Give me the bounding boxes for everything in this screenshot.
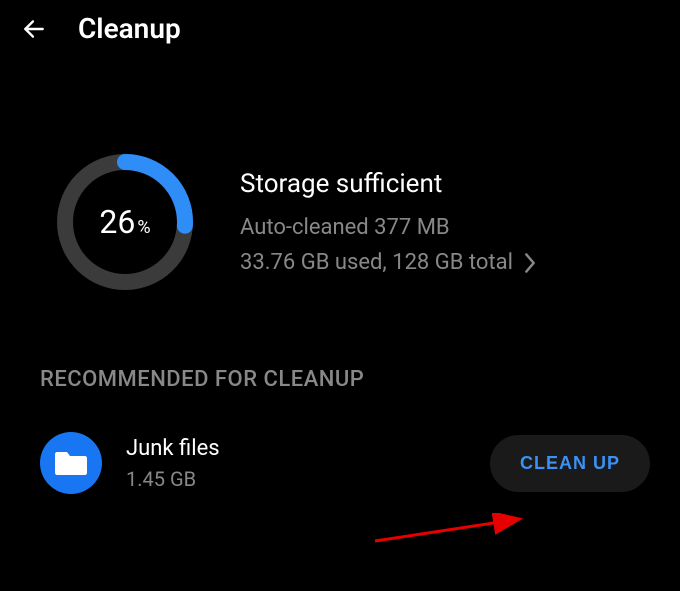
annotation-arrow-icon [370, 513, 530, 553]
clean-up-button[interactable]: CLEAN UP [490, 435, 650, 492]
storage-info: Storage sufficient Auto-cleaned 377 MB 3… [240, 169, 640, 275]
storage-summary: 26 % Storage sufficient Auto-cleaned 377… [0, 57, 680, 337]
cleanup-item-title: Junk files [126, 436, 466, 461]
storage-percent-value: 26 [99, 203, 135, 241]
cleanup-item-junk-files[interactable]: Junk files 1.45 GB CLEAN UP [0, 412, 680, 514]
storage-donut-chart: 26 % [50, 147, 200, 297]
page-title: Cleanup [78, 12, 181, 45]
storage-status: Storage sufficient [240, 169, 640, 199]
header: Cleanup [0, 0, 680, 57]
storage-percent-unit: % [137, 217, 150, 238]
recommended-header: RECOMMENDED FOR CLEANUP [0, 337, 680, 412]
storage-usage: 33.76 GB used, 128 GB total [240, 250, 513, 275]
back-arrow-icon[interactable] [20, 15, 48, 43]
storage-usage-row[interactable]: 33.76 GB used, 128 GB total [240, 250, 640, 275]
cleanup-item-text: Junk files 1.45 GB [126, 436, 466, 491]
chevron-right-icon [523, 252, 537, 274]
cleanup-item-size: 1.45 GB [126, 467, 466, 491]
folder-icon [40, 432, 102, 494]
storage-percent: 26 % [99, 203, 150, 241]
storage-auto-cleaned: Auto-cleaned 377 MB [240, 215, 640, 240]
